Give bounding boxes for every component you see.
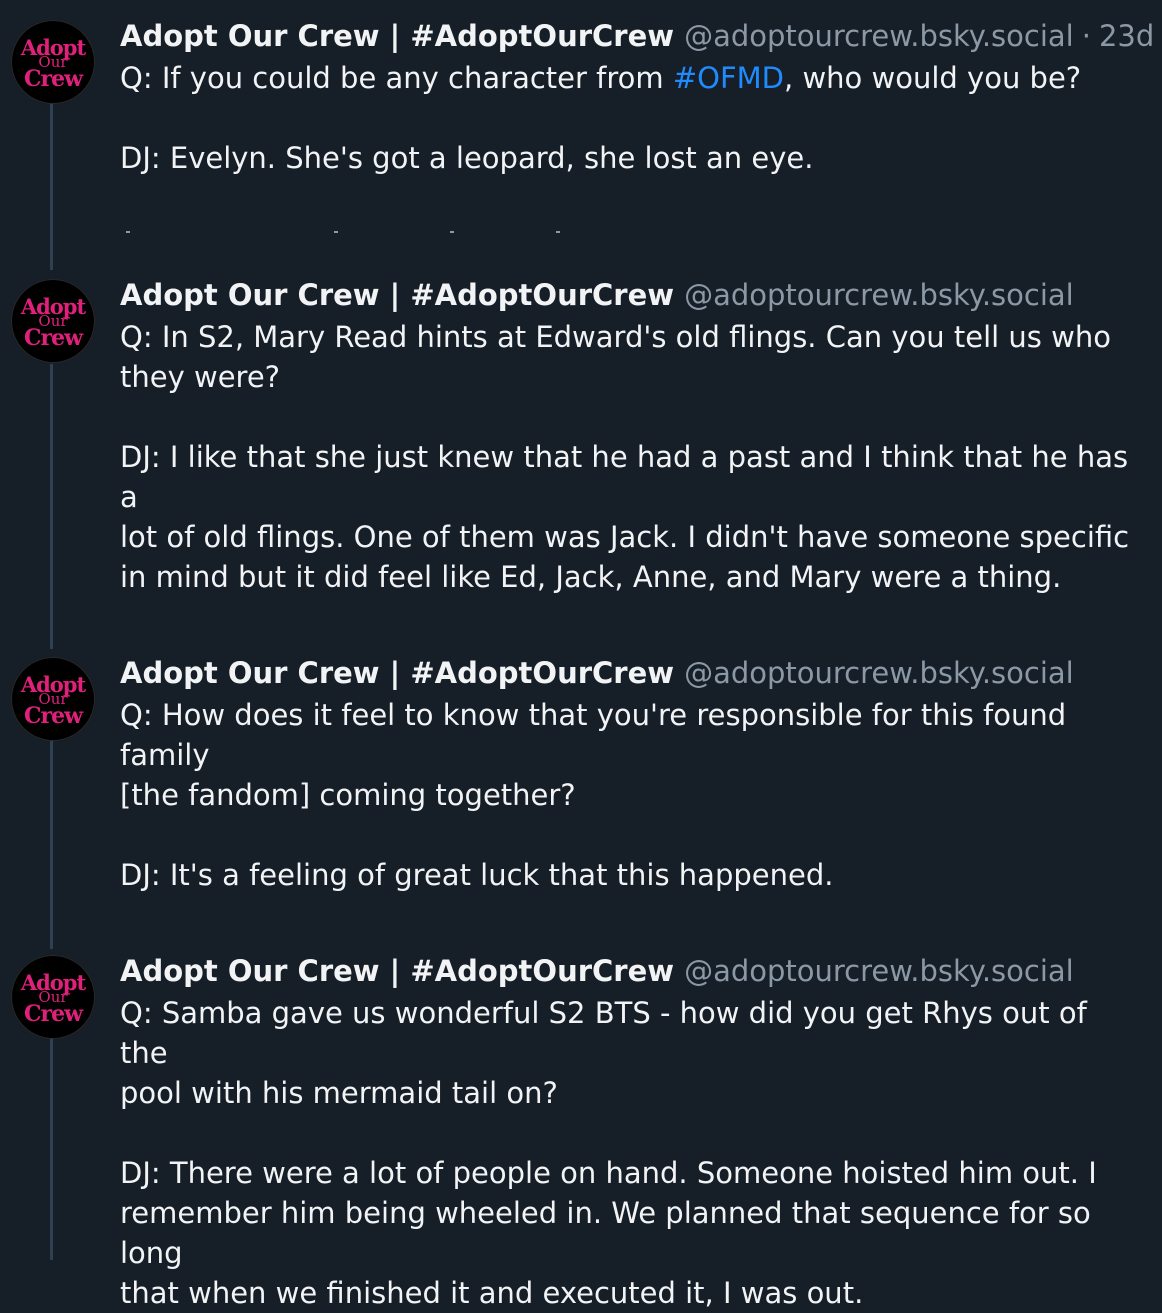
answer-line: DJ: There were a lot of people on hand. … bbox=[120, 1156, 1097, 1190]
author-display-name[interactable]: Adopt Our Crew | #AdoptOurCrew bbox=[120, 19, 674, 53]
post-header: Adopt Our Crew | #AdoptOurCrew @adoptour… bbox=[120, 951, 1074, 991]
post-header: Adopt Our Crew | #AdoptOurCrew @adoptour… bbox=[120, 275, 1074, 315]
truncated-text-line bbox=[120, 226, 580, 234]
post-text: Q: If you could be any character from #O… bbox=[120, 58, 1140, 178]
post-text: Q: In S2, Mary Read hints at Edward's ol… bbox=[120, 317, 1140, 597]
question-text: Q: If you could be any character from bbox=[120, 61, 673, 95]
post-timestamp[interactable]: 23d bbox=[1099, 19, 1154, 53]
answer-line: that when we finished it and executed it… bbox=[120, 1276, 864, 1310]
post[interactable]: Adopt Our Crew Adopt Our Crew | #AdoptOu… bbox=[0, 16, 1162, 256]
author-handle[interactable]: @adoptourcrew.bsky.social bbox=[684, 954, 1074, 988]
author-handle[interactable]: @adoptourcrew.bsky.social bbox=[684, 19, 1074, 53]
avatar-text-crew: Crew bbox=[23, 324, 83, 351]
post-header: Adopt Our Crew | #AdoptOurCrew @adoptour… bbox=[120, 653, 1074, 693]
avatar[interactable]: Adopt Our Crew bbox=[11, 955, 95, 1039]
question-text-end: , who would you be? bbox=[784, 61, 1082, 95]
separator-dot: · bbox=[1081, 19, 1091, 53]
avatar[interactable]: Adopt Our Crew bbox=[11, 657, 95, 741]
avatar-text-crew: Crew bbox=[23, 702, 83, 729]
post[interactable]: Adopt Our Crew Adopt Our Crew | #AdoptOu… bbox=[0, 951, 1162, 1310]
answer-line: remember him being wheeled in. We planne… bbox=[120, 1196, 1091, 1270]
post[interactable]: Adopt Our Crew Adopt Our Crew | #AdoptOu… bbox=[0, 653, 1162, 892]
answer-line: DJ: It's a feeling of great luck that th… bbox=[120, 858, 834, 892]
author-handle[interactable]: @adoptourcrew.bsky.social bbox=[684, 278, 1074, 312]
question-line: Q: In S2, Mary Read hints at Edward's ol… bbox=[120, 320, 1111, 354]
avatar-text-crew: Crew bbox=[23, 1000, 83, 1027]
question-line: Q: How does it feel to know that you're … bbox=[120, 698, 1067, 772]
post[interactable]: Adopt Our Crew Adopt Our Crew | #AdoptOu… bbox=[0, 275, 1162, 594]
author-display-name[interactable]: Adopt Our Crew | #AdoptOurCrew bbox=[120, 954, 674, 988]
answer-line: DJ: Evelyn. She's got a leopard, she los… bbox=[120, 141, 814, 175]
question-line: pool with his mermaid tail on? bbox=[120, 1076, 558, 1110]
author-handle[interactable]: @adoptourcrew.bsky.social bbox=[684, 656, 1074, 690]
hashtag-link[interactable]: #OFMD bbox=[673, 61, 784, 95]
avatar-text-crew: Crew bbox=[23, 65, 83, 92]
avatar[interactable]: Adopt Our Crew bbox=[11, 20, 95, 104]
author-display-name[interactable]: Adopt Our Crew | #AdoptOurCrew bbox=[120, 656, 674, 690]
post-text: Q: How does it feel to know that you're … bbox=[120, 695, 1140, 895]
post-text: Q: Samba gave us wonderful S2 BTS - how … bbox=[120, 993, 1140, 1313]
answer-line: in mind but it did feel like Ed, Jack, A… bbox=[120, 560, 1062, 594]
question-line: [the fandom] coming together? bbox=[120, 778, 576, 812]
question-line: they were? bbox=[120, 360, 281, 394]
avatar[interactable]: Adopt Our Crew bbox=[11, 279, 95, 363]
question-line: Q: If you could be any character from #O… bbox=[120, 58, 1140, 98]
post-header: Adopt Our Crew | #AdoptOurCrew @adoptour… bbox=[120, 16, 1154, 56]
question-line: Q: Samba gave us wonderful S2 BTS - how … bbox=[120, 996, 1087, 1070]
author-display-name[interactable]: Adopt Our Crew | #AdoptOurCrew bbox=[120, 278, 674, 312]
answer-line: DJ: I like that she just knew that he ha… bbox=[120, 440, 1129, 514]
answer-line: lot of old flings. One of them was Jack.… bbox=[120, 520, 1130, 554]
